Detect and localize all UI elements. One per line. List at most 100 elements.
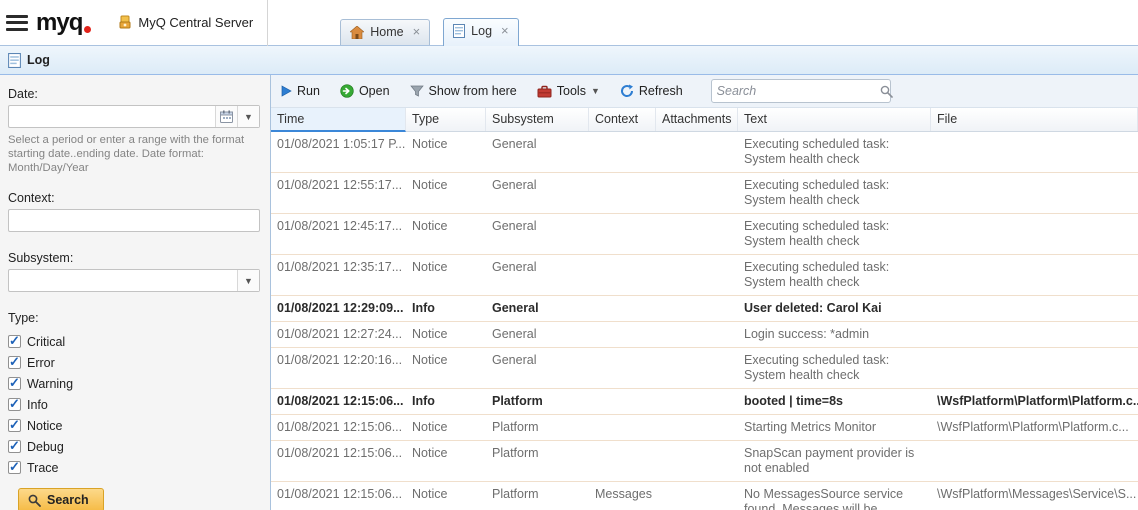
cell-type: Notice <box>406 441 486 481</box>
open-button[interactable]: Open <box>338 81 392 101</box>
type-checkbox-error[interactable]: Error <box>8 352 260 373</box>
table-row[interactable]: 01/08/2021 12:15:06...NoticePlatformMess… <box>271 482 1138 510</box>
subsystem-select[interactable]: ▼ <box>8 269 260 292</box>
cell-type: Info <box>406 296 486 321</box>
checkbox-label: Notice <box>27 419 62 433</box>
table-row[interactable]: 01/08/2021 12:27:24...NoticeGeneralLogin… <box>271 322 1138 348</box>
search-button[interactable]: Search <box>18 488 104 510</box>
content-area: Date: ▼ Select a period or enter a range… <box>0 75 1138 510</box>
log-page-icon <box>8 53 21 68</box>
type-checkbox-info[interactable]: Info <box>8 394 260 415</box>
table-row[interactable]: 01/08/2021 12:45:17...NoticeGeneralExecu… <box>271 214 1138 255</box>
tab-log[interactable]: Log × <box>443 18 518 46</box>
app-window: myq MyQ Central Server Home × Log × <box>0 0 1138 510</box>
cell-subsystem: General <box>486 214 589 254</box>
cell-subsystem: Platform <box>486 415 589 440</box>
cell-type: Notice <box>406 214 486 254</box>
cell-attachments <box>656 214 738 254</box>
hamburger-menu-icon[interactable] <box>6 15 28 31</box>
show-from-here-button[interactable]: Show from here <box>408 81 519 101</box>
calendar-icon[interactable] <box>215 106 237 127</box>
cell-text: Executing scheduled task: System health … <box>738 173 931 213</box>
column-header-time[interactable]: Time <box>271 108 406 132</box>
table-row[interactable]: 01/08/2021 12:55:17...NoticeGeneralExecu… <box>271 173 1138 214</box>
cell-text: Executing scheduled task: System health … <box>738 348 931 388</box>
tab-close-icon[interactable]: × <box>501 26 509 36</box>
cell-context <box>589 348 656 388</box>
table-row[interactable]: 01/08/2021 12:35:17...NoticeGeneralExecu… <box>271 255 1138 296</box>
tools-button[interactable]: Tools ▼ <box>535 81 602 101</box>
cell-time: 01/08/2021 12:15:06... <box>271 389 406 414</box>
date-dropdown-button[interactable]: ▼ <box>237 106 259 127</box>
cell-type: Notice <box>406 132 486 172</box>
page-title-bar: Log <box>0 46 1138 75</box>
cell-context <box>589 322 656 347</box>
checkbox-checked-icon[interactable] <box>8 461 21 474</box>
refresh-icon <box>620 84 634 98</box>
type-checkbox-critical[interactable]: Critical <box>8 331 260 352</box>
cell-attachments <box>656 389 738 414</box>
type-checkbox-trace[interactable]: Trace <box>8 457 260 478</box>
column-header-type[interactable]: Type <box>406 108 486 131</box>
subsystem-dropdown-button[interactable]: ▼ <box>237 270 259 291</box>
tab-label: Log <box>471 24 492 38</box>
table-row[interactable]: 01/08/2021 12:20:16...NoticeGeneralExecu… <box>271 348 1138 389</box>
checkbox-label: Debug <box>27 440 64 454</box>
cell-time: 01/08/2021 1:05:17 P... <box>271 132 406 172</box>
checkbox-label: Warning <box>27 377 73 391</box>
date-input[interactable]: ▼ <box>8 105 260 128</box>
cell-attachments <box>656 296 738 321</box>
cell-attachments <box>656 322 738 347</box>
table-row[interactable]: 01/08/2021 12:15:06...InfoPlatformbooted… <box>271 389 1138 415</box>
log-search-box[interactable] <box>711 79 891 103</box>
cell-context <box>589 173 656 213</box>
cell-attachments <box>656 415 738 440</box>
checkbox-checked-icon[interactable] <box>8 398 21 411</box>
column-header-text[interactable]: Text <box>738 108 931 131</box>
search-icon <box>28 494 41 507</box>
top-bar: myq MyQ Central Server Home × Log × <box>0 0 1138 46</box>
cell-text: User deleted: Carol Kai <box>738 296 931 321</box>
cell-time: 01/08/2021 12:27:24... <box>271 322 406 347</box>
checkbox-checked-icon[interactable] <box>8 356 21 369</box>
log-search-input[interactable] <box>717 84 880 98</box>
header-separator <box>267 0 268 46</box>
column-header-attachments[interactable]: Attachments <box>656 108 738 131</box>
type-checkbox-warning[interactable]: Warning <box>8 373 260 394</box>
run-button[interactable]: Run <box>279 81 322 101</box>
table-row[interactable]: 01/08/2021 12:15:06...NoticePlatformStar… <box>271 415 1138 441</box>
cell-time: 01/08/2021 12:29:09... <box>271 296 406 321</box>
cell-type: Notice <box>406 322 486 347</box>
cell-file <box>931 348 1138 388</box>
cell-type: Notice <box>406 173 486 213</box>
log-toolbar: Run Open Show from here Tools ▼ Re <box>271 75 1138 108</box>
cell-context <box>589 389 656 414</box>
checkbox-checked-icon[interactable] <box>8 377 21 390</box>
cell-context <box>589 415 656 440</box>
cell-context <box>589 296 656 321</box>
cell-attachments <box>656 173 738 213</box>
checkbox-checked-icon[interactable] <box>8 419 21 432</box>
cell-attachments <box>656 255 738 295</box>
type-checkbox-debug[interactable]: Debug <box>8 436 260 457</box>
checkbox-label: Trace <box>27 461 59 475</box>
type-checkbox-notice[interactable]: Notice <box>8 415 260 436</box>
chevron-down-icon: ▼ <box>244 276 253 286</box>
context-input[interactable] <box>8 209 260 232</box>
column-header-subsystem[interactable]: Subsystem <box>486 108 589 131</box>
column-header-file[interactable]: File <box>931 108 1138 131</box>
cell-file <box>931 214 1138 254</box>
checkbox-checked-icon[interactable] <box>8 335 21 348</box>
search-icon <box>880 85 893 98</box>
app-title: MyQ Central Server <box>118 0 267 45</box>
column-header-context[interactable]: Context <box>589 108 656 131</box>
table-row[interactable]: 01/08/2021 12:15:06...NoticePlatformSnap… <box>271 441 1138 482</box>
table-row[interactable]: 01/08/2021 1:05:17 P...NoticeGeneralExec… <box>271 132 1138 173</box>
refresh-button[interactable]: Refresh <box>618 81 685 101</box>
cell-subsystem: General <box>486 296 589 321</box>
table-row[interactable]: 01/08/2021 12:29:09...InfoGeneral User de… <box>271 296 1138 322</box>
tab-close-icon[interactable]: × <box>413 27 421 37</box>
checkbox-checked-icon[interactable] <box>8 440 21 453</box>
tab-home[interactable]: Home × <box>340 19 430 45</box>
cell-subsystem: Platform <box>486 441 589 481</box>
